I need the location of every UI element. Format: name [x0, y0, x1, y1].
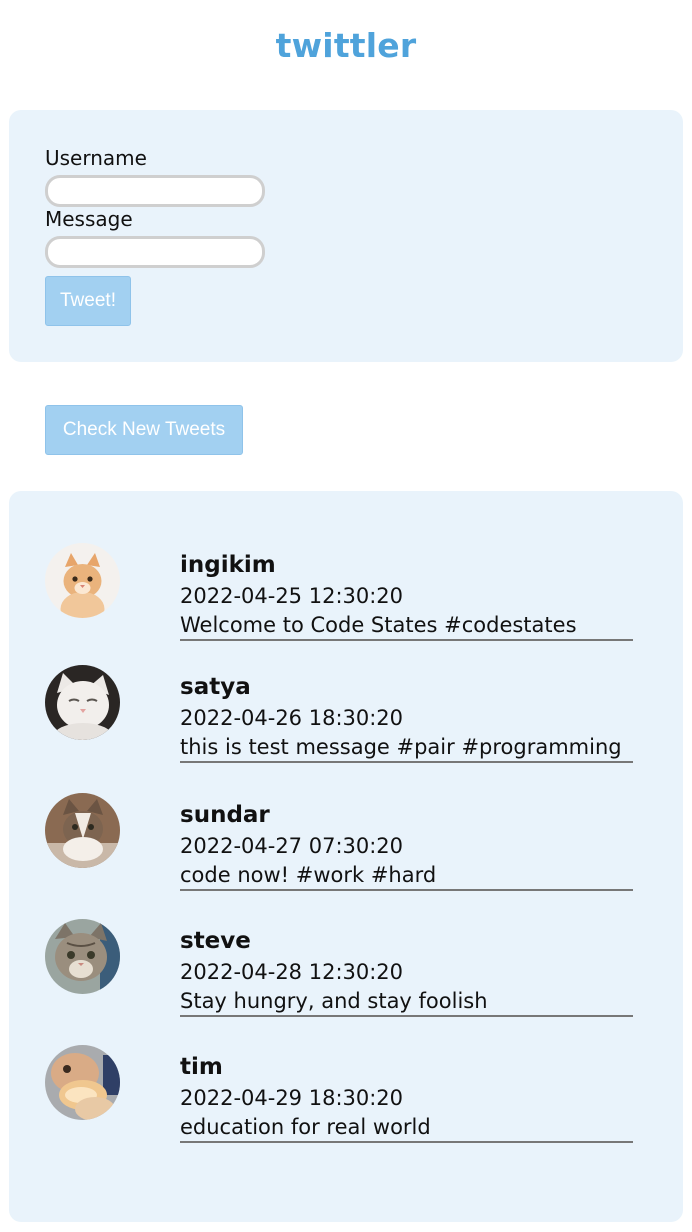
tweet-username: tim [180, 1054, 223, 1080]
username-label: Username [45, 146, 147, 170]
message-label: Message [45, 207, 133, 231]
tweet-submit-button[interactable]: Tweet! [45, 276, 131, 326]
tweet-timestamp: 2022-04-29 18:30:20 [180, 1086, 404, 1110]
tweet-username: ingikim [180, 552, 276, 578]
tweet-username: sundar [180, 802, 270, 828]
tweet-item: steve 2022-04-28 12:30:20 Stay hungry, a… [9, 919, 683, 1031]
tweet-message: education for real world [180, 1113, 633, 1143]
white-kitten-avatar [45, 665, 120, 740]
tweet-message: Stay hungry, and stay foolish [180, 987, 633, 1017]
tweet-timestamp: 2022-04-25 12:30:20 [180, 584, 404, 608]
tweet-item: sundar 2022-04-27 07:30:20 code now! #wo… [9, 793, 683, 905]
tweet-message: this is test message #pair #programming [180, 733, 633, 763]
tweet-message: code now! #work #hard [180, 861, 633, 891]
username-input[interactable] [45, 175, 265, 207]
tweet-username: satya [180, 674, 251, 700]
grey-tabby-cat-avatar [45, 919, 120, 994]
tweet-timestamp: 2022-04-26 18:30:20 [180, 706, 404, 730]
tweet-form: Username Message Tweet! [9, 110, 683, 362]
message-input[interactable] [45, 236, 265, 268]
tweet-timestamp: 2022-04-27 07:30:20 [180, 834, 404, 858]
tweet-item: tim 2022-04-29 18:30:20 education for re… [9, 1045, 683, 1157]
tweet-timestamp: 2022-04-28 12:30:20 [180, 960, 404, 984]
cat-eating-bread-avatar [45, 1045, 120, 1120]
tweet-item: satya 2022-04-26 18:30:20 this is test m… [9, 665, 683, 777]
tweet-message: Welcome to Code States #codestates [180, 611, 633, 641]
tweet-username: steve [180, 928, 251, 954]
tweet-list: ingikim 2022-04-25 12:30:20 Welcome to C… [9, 491, 683, 1222]
orange-cat-avatar [45, 543, 120, 618]
app-title: twittler [275, 26, 417, 65]
tabby-cat-avatar [45, 793, 120, 868]
check-new-tweets-button[interactable]: Check New Tweets [45, 405, 243, 455]
tweet-item: ingikim 2022-04-25 12:30:20 Welcome to C… [9, 543, 683, 655]
